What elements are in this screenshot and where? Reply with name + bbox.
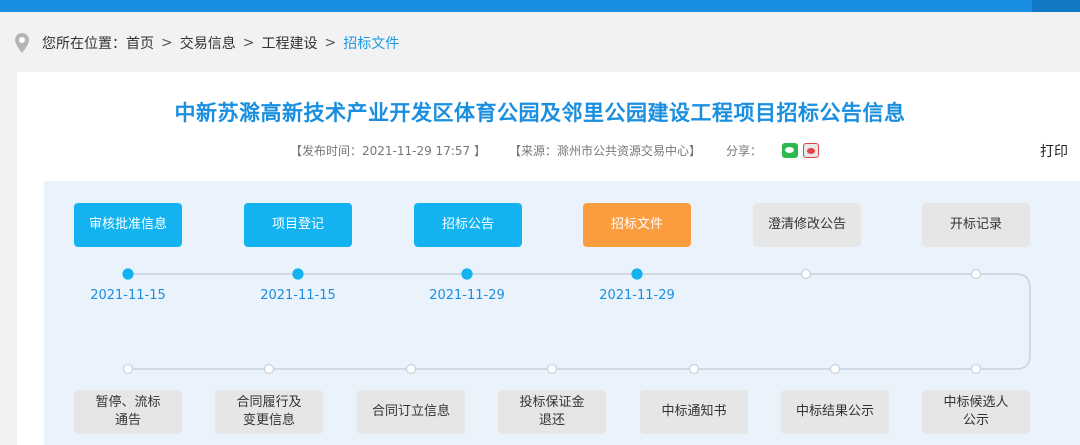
breadcrumb-prefix: 您所在位置：	[42, 36, 126, 52]
print-button[interactable]: 打印	[1040, 141, 1068, 161]
publish-time: 【发布时间：2021-11-29 17:57 】	[290, 144, 486, 158]
flow-step-dot	[800, 268, 812, 280]
breadcrumb-trading[interactable]: 交易信息	[180, 33, 236, 53]
weibo-icon[interactable]	[803, 143, 819, 158]
flow-step-dot	[829, 363, 841, 375]
flow-step-dot	[122, 268, 134, 280]
source: 【来源：滁州市公共资源交易中心】	[509, 144, 702, 158]
breadcrumb-separator: >	[161, 35, 173, 51]
flow-step-dot	[688, 363, 700, 375]
share-label: 分享：	[726, 144, 763, 158]
flow-step-dot	[970, 363, 982, 375]
process-flow: 审核批准信息 2021-11-15 项目登记 2021-11-15 招标公告 2021-1…	[44, 181, 1080, 445]
flow-step[interactable]: 招标文件	[583, 203, 691, 247]
breadcrumb-separator: >	[242, 35, 255, 51]
breadcrumb-engineering[interactable]: 工程建设	[261, 33, 317, 53]
flow-step-dot	[970, 268, 982, 280]
flow-step-dot	[263, 363, 275, 375]
breadcrumb-current[interactable]: 招标文件	[343, 33, 399, 53]
flow-step-dot	[461, 268, 473, 280]
flow-step-date: 2021-11-29	[429, 288, 505, 303]
flow-step[interactable]: 审核批准信息	[74, 203, 182, 247]
flow-step-date: 2021-11-29	[599, 288, 675, 303]
flow-step[interactable]: 中标结果公示	[781, 390, 889, 434]
flow-step-date: 2021-11-15	[90, 288, 166, 303]
flow-step[interactable]: 中标通知书	[640, 390, 748, 434]
flow-step-dot	[405, 363, 417, 375]
breadcrumb-separator: >	[324, 35, 337, 51]
top-bar	[0, 0, 1080, 12]
breadcrumb: 您所在位置： 首页 > 交易信息 > 工程建设 > 招标文件	[14, 32, 399, 54]
flow-step-dot	[546, 363, 558, 375]
location-pin-icon	[15, 33, 29, 53]
flow-step-dot	[631, 268, 643, 280]
flow-step[interactable]: 中标候选人 公示	[922, 390, 1030, 434]
flow-step[interactable]: 开标记录	[922, 203, 1030, 247]
top-bar-accent	[1032, 0, 1080, 12]
page-title: 中新苏滁高新技术产业开发区体育公园及邻里公园建设工程项目招标公告信息	[174, 101, 906, 125]
flow-step[interactable]: 投标保证金 退还	[498, 390, 606, 434]
flow-step[interactable]: 合同履行及 变更信息	[215, 390, 323, 434]
article-meta: 【发布时间：2021-11-29 17:57 】 【来源：滁州市公共资源交易中心…	[0, 142, 1080, 160]
wechat-icon[interactable]	[782, 143, 798, 158]
flow-step-dot	[122, 363, 134, 375]
flow-step[interactable]: 澄清修改公告	[753, 203, 861, 247]
breadcrumb-home[interactable]: 首页	[126, 33, 154, 53]
flow-step[interactable]: 合同订立信息	[357, 390, 465, 434]
flow-step-dot	[292, 268, 304, 280]
flow-step[interactable]: 招标公告	[414, 203, 522, 247]
flow-step[interactable]: 暂停、流标 通告	[74, 390, 182, 434]
flow-step[interactable]: 项目登记	[244, 203, 352, 247]
flow-step-date: 2021-11-15	[260, 288, 336, 303]
